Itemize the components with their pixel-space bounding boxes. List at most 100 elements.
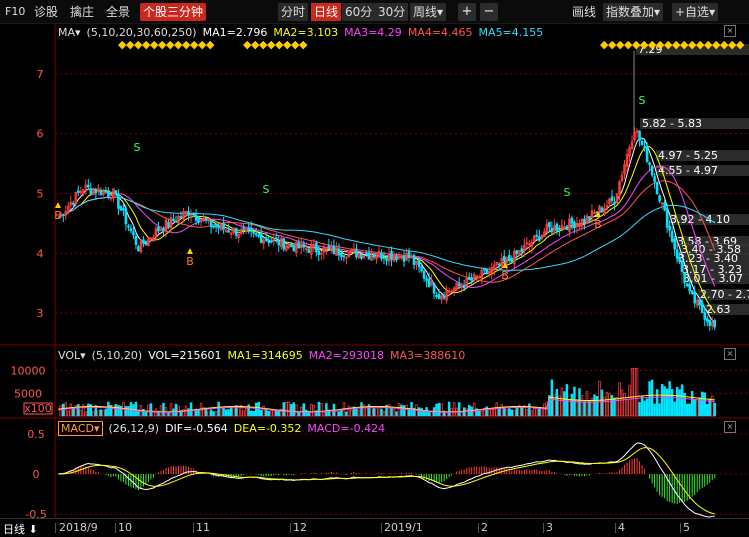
candle-body: [382, 256, 386, 259]
volume-bar: [648, 381, 651, 417]
candle-body: [427, 278, 431, 288]
volume-bar: [347, 405, 351, 417]
volume-bar: [209, 409, 213, 417]
candle-body: [663, 202, 666, 211]
candle-body: [209, 219, 213, 228]
sell-signal: S: [263, 183, 270, 196]
candle-body: [502, 255, 506, 262]
candle-body: [457, 283, 461, 287]
volume-bar: [658, 403, 661, 417]
volume-bar: [229, 407, 233, 417]
candle-body: [673, 238, 676, 250]
candle-body: [467, 276, 471, 281]
candle-body: [167, 221, 170, 227]
volume-bar: [72, 408, 75, 417]
candle-body: [194, 215, 198, 221]
volume-bar: [92, 411, 95, 417]
volume-bar: [690, 390, 694, 417]
date-label: 2018/9: [59, 521, 98, 534]
candle-body: [655, 182, 659, 195]
volume-bar: [400, 404, 403, 417]
price-axis-label: 6: [37, 128, 44, 141]
candle-body: [705, 318, 709, 322]
volume-bar: [69, 403, 73, 417]
candle-body: [214, 224, 218, 228]
volume-bar: [460, 411, 463, 417]
volume-bar: [372, 408, 376, 417]
volume-bar: [320, 403, 323, 417]
candle-body: [212, 225, 215, 228]
volume-bar: [147, 404, 150, 417]
volume-bar: [392, 408, 396, 417]
candle-body: [257, 234, 260, 237]
dif-line: [58, 442, 715, 518]
candle-body: [425, 278, 428, 281]
volume-bar: [447, 401, 451, 417]
chip-label: 4.97 - 5.25: [658, 149, 718, 162]
price-axis-label: 3: [37, 307, 44, 320]
candle-body: [157, 226, 160, 232]
volume-bar: [598, 380, 601, 417]
axis-labels: 7 6 5 4 3 10000 5000 x100 0.5 0 -0.5: [11, 68, 53, 518]
candle-body: [367, 252, 371, 259]
volume-bar: [628, 384, 631, 417]
period-mode-dropdown[interactable]: 日线 ⬇: [3, 521, 38, 537]
volume-bar: [430, 411, 433, 417]
candle-body: [72, 202, 75, 205]
volume-bar: [680, 384, 684, 417]
candle-body: [259, 233, 263, 243]
candle-body: [127, 225, 130, 228]
volume-bar: [355, 408, 358, 417]
volume-bar: [638, 402, 641, 417]
volume-bar: [543, 403, 546, 417]
volume-bar: [513, 410, 516, 417]
candle-body: [337, 249, 341, 256]
candle-body: [117, 193, 120, 209]
date-label: 10: [118, 521, 132, 534]
volume-bar: [618, 382, 621, 417]
candle-body: [462, 286, 466, 289]
candle-body: [94, 189, 98, 194]
buy-arrow-icon: [187, 248, 193, 254]
volume-bar: [259, 409, 263, 417]
volume-bars: [58, 367, 716, 417]
volume-bar: [312, 404, 316, 417]
volume-bar: [465, 408, 468, 417]
volume-bar: [490, 408, 493, 417]
date-label: 2019/1: [384, 521, 423, 534]
macd-axis-label: -0.5: [25, 508, 46, 518]
candle-body: [122, 208, 125, 211]
candle-body: [290, 243, 293, 247]
volume-bar: [660, 383, 664, 417]
candle-body: [470, 277, 473, 281]
volume-bar: [212, 411, 215, 417]
volume-bar: [285, 401, 288, 417]
candle-body: [217, 225, 220, 229]
date-label: 5: [683, 521, 690, 534]
candle-body: [365, 253, 368, 256]
chip-label: 4.55 - 4.97: [658, 164, 718, 177]
vol-axis-label: 5000: [14, 387, 42, 400]
candle-body: [247, 228, 250, 231]
volume-bar: [244, 408, 248, 417]
volume-bar: [688, 403, 691, 417]
volume-bar: [264, 409, 268, 417]
volume-bar: [224, 409, 228, 417]
volume-bar: [706, 404, 709, 417]
volume-bar: [380, 408, 383, 417]
candle-body: [137, 246, 140, 252]
candle-body: [565, 225, 569, 231]
candle-body: [99, 190, 103, 196]
macd-panel: [58, 442, 716, 518]
volume-bar: [310, 403, 313, 417]
volume-bar: [377, 406, 381, 417]
price-axis-label: 4: [37, 247, 44, 260]
volume-bar: [207, 411, 210, 417]
volume-bar: [97, 410, 100, 417]
candle-body: [588, 216, 591, 220]
kline-chart[interactable]: 76543100005000x1000.50-0.5 7.295.82 - 5.…: [0, 0, 749, 518]
volume-bar: [124, 406, 128, 417]
volume-bar: [655, 389, 659, 417]
volume-bar: [214, 411, 218, 417]
candle-body: [61, 214, 65, 217]
